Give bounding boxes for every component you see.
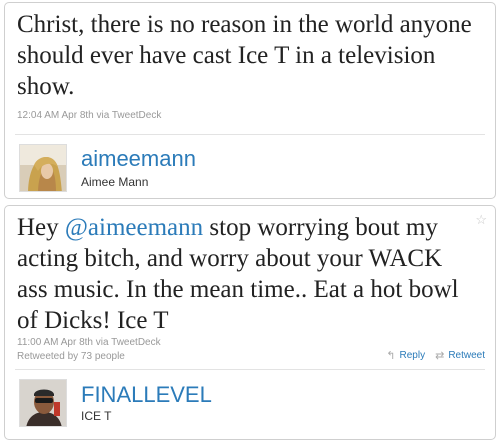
- tweet-actions: ↰ Reply ⇄ Retweet: [386, 349, 485, 362]
- tweet-text: Christ, there is no reason in the world …: [17, 11, 472, 100]
- mention-link[interactable]: @aimeemann: [65, 214, 203, 241]
- tweet-text: Hey @aimeemann stop worrying bout my act…: [17, 212, 473, 336]
- full-name: Aimee Mann: [81, 175, 149, 189]
- profile-photo-aimee-icon: [20, 145, 66, 191]
- tweet-timestamp[interactable]: 11:00 AM Apr 8th via TweetDeck: [17, 337, 161, 348]
- profile-photo-icet-icon: [20, 380, 66, 426]
- tweet-timestamp[interactable]: 12:04 AM Apr 8th via TweetDeck: [17, 110, 161, 121]
- retweet-button[interactable]: ⇄ Retweet: [435, 349, 485, 362]
- divider: [15, 369, 485, 370]
- reply-button[interactable]: ↰ Reply: [386, 349, 425, 362]
- retweet-label: Retweet: [448, 350, 485, 361]
- screen-name-link[interactable]: FINALLEVEL: [81, 382, 212, 408]
- star-icon[interactable]: ☆: [475, 212, 487, 228]
- tweet-text-start: Hey: [17, 214, 65, 241]
- tweet-card-finallevel: ☆ Hey @aimeemann stop worrying bout my a…: [4, 205, 496, 440]
- retweet-icon: ⇄: [435, 350, 445, 362]
- divider: [15, 134, 485, 135]
- retweet-count[interactable]: Retweeted by 73 people: [17, 351, 125, 362]
- avatar[interactable]: [19, 144, 67, 192]
- tweet-card-aimeemann: Christ, there is no reason in the world …: [4, 2, 496, 199]
- reply-label: Reply: [399, 350, 426, 361]
- screen-name-link[interactable]: aimeemann: [81, 146, 196, 172]
- avatar[interactable]: [19, 379, 67, 427]
- full-name: ICE T: [81, 409, 112, 423]
- reply-arrow-icon: ↰: [386, 350, 396, 362]
